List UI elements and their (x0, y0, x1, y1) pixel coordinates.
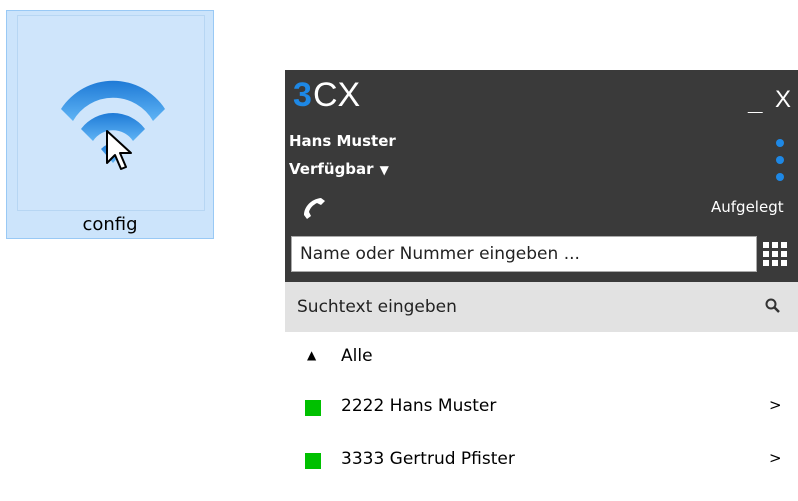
chevron-down-icon: ▼ (379, 163, 389, 177)
phone-icon (304, 198, 325, 219)
search-bar (285, 282, 798, 332)
list-item[interactable]: 2222 Hans Muster > (285, 382, 798, 434)
chevron-right-icon[interactable]: > (769, 396, 782, 414)
presence-indicator (305, 453, 321, 469)
group-label: Alle (341, 346, 373, 366)
mouse-cursor-icon (106, 130, 132, 170)
search-input[interactable] (285, 282, 755, 332)
group-header-alle[interactable]: ▲ Alle (285, 332, 798, 382)
3cx-client-panel: 3 CX _ X Hans Muster Verfügbar ▼ Aufgeleg… (285, 70, 798, 501)
more-options-icon[interactable] (775, 138, 785, 182)
status-dropdown[interactable]: Verfügbar ▼ (289, 160, 389, 178)
list-item[interactable]: 3333 Gertrud Pfister > (285, 435, 798, 487)
close-button[interactable]: X (775, 86, 791, 114)
panel-header: 3 CX _ X Hans Muster Verfügbar ▼ Aufgeleg… (285, 70, 798, 282)
search-icon[interactable] (765, 298, 781, 314)
collapse-triangle-icon: ▲ (307, 348, 317, 362)
contact-list: ▲ Alle 2222 Hans Muster > 3333 Gertrud P… (285, 332, 798, 501)
contact-label: 2222 Hans Muster (341, 396, 497, 416)
user-name: Hans Muster (289, 132, 396, 150)
minimize-button[interactable]: _ (748, 88, 762, 114)
3cx-logo: 3 CX (293, 76, 360, 112)
contact-label: 3333 Gertrud Pfister (341, 449, 515, 469)
svg-text:CX: CX (313, 76, 360, 112)
desktop-icon-config[interactable]: config (6, 10, 214, 239)
desktop-icon-label: config (82, 214, 138, 235)
keypad-icon[interactable] (763, 242, 787, 266)
presence-indicator (305, 400, 321, 416)
svg-text:3: 3 (293, 76, 312, 112)
chevron-right-icon[interactable]: > (769, 449, 782, 467)
call-state-label: Aufgelegt (711, 198, 784, 216)
status-label: Verfügbar (289, 160, 374, 178)
dial-input[interactable] (291, 236, 757, 272)
